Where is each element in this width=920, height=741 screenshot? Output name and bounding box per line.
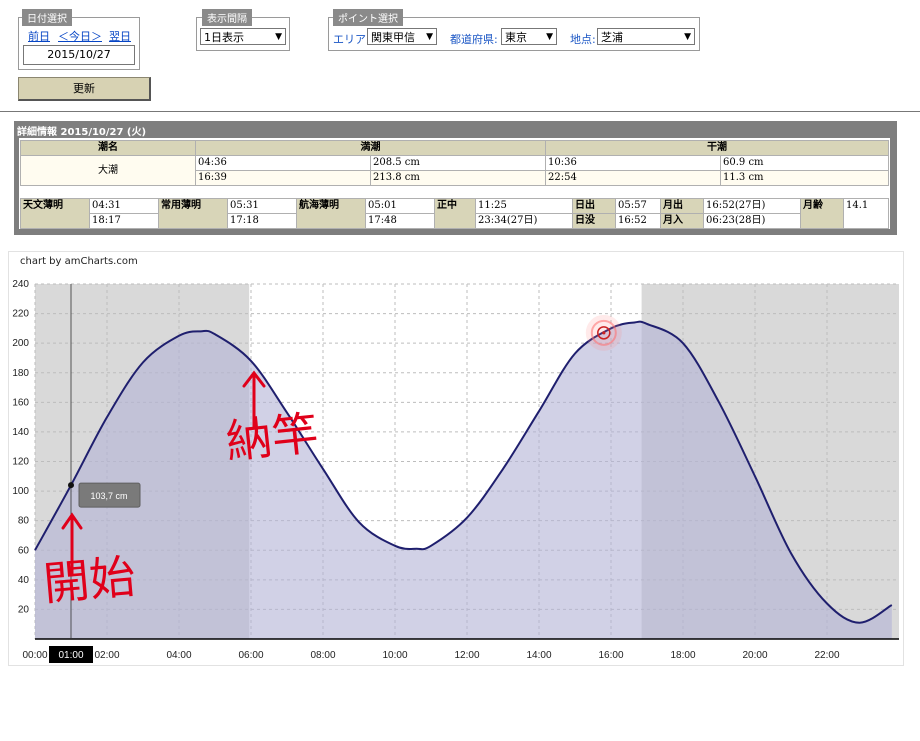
cursor-value: 103,7 cm [90, 491, 127, 501]
annotation-start: 開始 [41, 549, 137, 611]
y-tick-label: 180 [12, 368, 29, 379]
x-tick-label: 14:00 [526, 650, 551, 661]
tide-chart[interactable]: 20 40 60 80 100 120 140 160 180 200 220 240 00:00 02:… [0, 0, 920, 741]
x-tick-label: 12:00 [454, 650, 479, 661]
x-tick-label: 04:00 [166, 650, 191, 661]
annotation-end: 納竿 [224, 406, 321, 469]
y-tick-label: 220 [12, 309, 29, 320]
x-tick-label: 18:00 [670, 650, 695, 661]
y-tick-label: 120 [12, 457, 29, 468]
y-tick-label: 20 [18, 604, 30, 615]
y-tick-label: 40 [18, 575, 30, 586]
y-tick-label: 80 [18, 516, 30, 527]
cursor-point [68, 482, 74, 489]
x-tick-label: 08:00 [310, 650, 335, 661]
x-tick-label: 22:00 [814, 650, 839, 661]
x-tick-label: 02:00 [94, 650, 119, 661]
x-tick-label: 16:00 [598, 650, 623, 661]
y-tick-label: 60 [18, 545, 30, 556]
x-tick-label: 20:00 [742, 650, 767, 661]
y-tick-label: 200 [12, 338, 29, 349]
y-tick-label: 160 [12, 397, 29, 408]
cursor-time: 01:00 [58, 650, 83, 661]
pulse-dot [602, 331, 606, 335]
x-tick-label: 06:00 [238, 650, 263, 661]
x-tick-label: 10:00 [382, 650, 407, 661]
x-tick-label: 00:00 [22, 650, 47, 661]
y-tick-label: 140 [12, 427, 29, 438]
y-tick-label: 240 [12, 279, 29, 290]
y-tick-label: 100 [12, 486, 29, 497]
